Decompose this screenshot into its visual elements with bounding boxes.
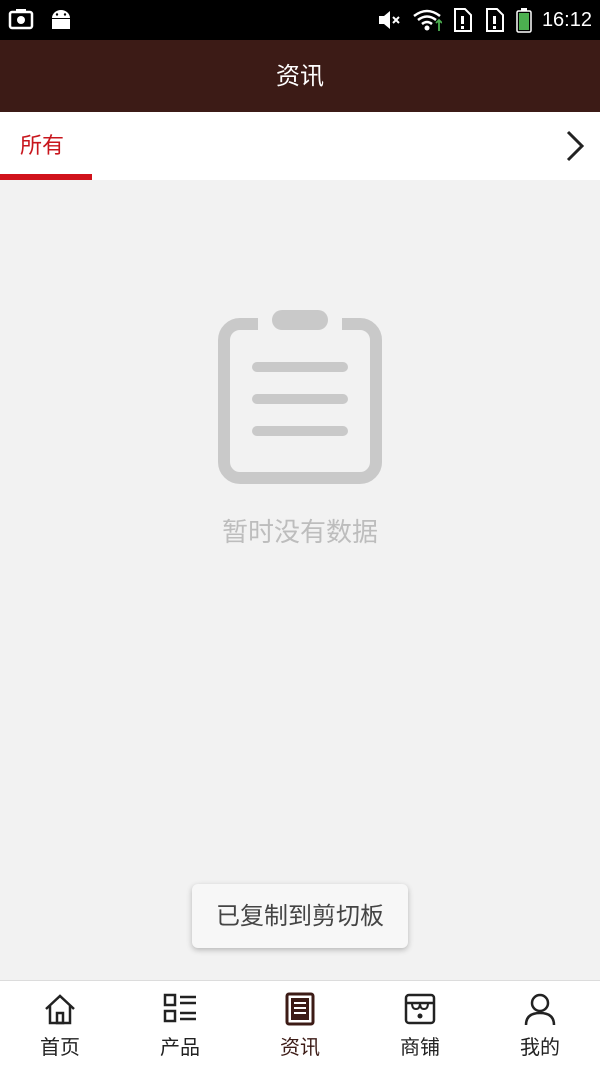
nav-label: 资讯 — [280, 1035, 320, 1059]
list-icon — [163, 993, 196, 1023]
category-tabs: 所有 — [0, 112, 600, 180]
toast-message: 已复制到剪切板 — [216, 902, 384, 930]
store-icon — [404, 993, 436, 1025]
sim1-icon — [453, 8, 472, 32]
home-icon — [45, 994, 75, 1025]
nav-products[interactable]: 产品 — [120, 981, 240, 1067]
camera-icon — [8, 9, 34, 30]
nav-mine[interactable]: 我的 — [480, 981, 600, 1067]
user-icon — [524, 993, 556, 1026]
status-bar: 16:12 — [0, 0, 600, 40]
empty-message: 暂时没有数据 — [221, 518, 378, 548]
tab-all[interactable]: 所有 — [0, 112, 92, 180]
toast: 已复制到剪切板 — [192, 884, 408, 948]
sim2-icon — [485, 8, 504, 32]
chevron-right-icon — [566, 130, 585, 162]
clipboard-icon — [218, 310, 382, 484]
nav-label: 产品 — [160, 1035, 200, 1059]
empty-state: 暂时没有数据 — [0, 300, 600, 560]
status-time: 16:12 — [541, 9, 592, 31]
tabs-more-button[interactable] — [556, 126, 592, 166]
page-title: 资讯 — [276, 62, 324, 90]
bottom-nav: 首页 产品 资讯 商铺 我的 — [0, 980, 600, 1067]
tab-indicator — [0, 174, 92, 180]
title-bar: 资讯 — [0, 40, 600, 112]
nav-label: 我的 — [520, 1035, 560, 1059]
tab-label: 所有 — [20, 134, 65, 159]
android-icon — [52, 10, 70, 29]
battery-icon — [516, 8, 532, 33]
nav-label: 商铺 — [400, 1035, 440, 1059]
news-icon — [285, 992, 315, 1026]
wifi-icon — [413, 9, 442, 31]
nav-news[interactable]: 资讯 — [240, 981, 360, 1067]
nav-label: 首页 — [40, 1035, 80, 1059]
nav-home[interactable]: 首页 — [0, 981, 120, 1067]
nav-store[interactable]: 商铺 — [360, 981, 480, 1067]
volume-mute-icon — [378, 11, 400, 29]
